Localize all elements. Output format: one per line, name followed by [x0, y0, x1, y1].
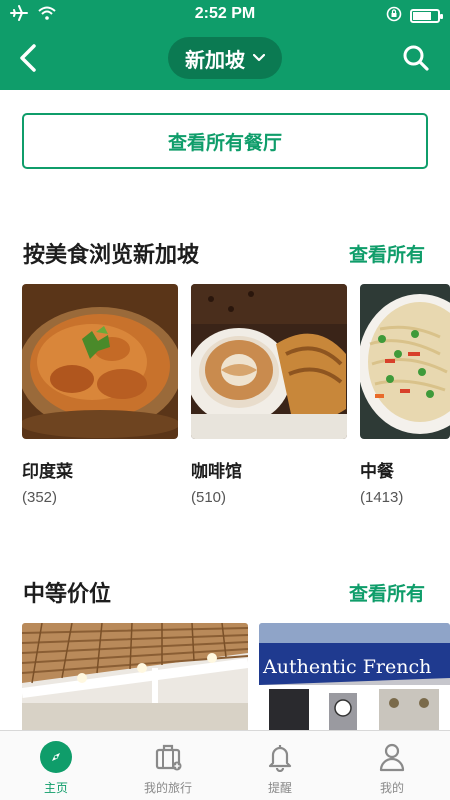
rotation-lock-icon: [386, 6, 402, 26]
french-sign-text: Authentic French: [262, 656, 431, 678]
tab-label: 主页: [43, 781, 68, 795]
tab-home-icon-wrap: [39, 740, 73, 774]
tab-alerts[interactable]: 提醒: [235, 731, 325, 800]
chinese-food-image: [360, 284, 450, 439]
city-selector[interactable]: 新加坡: [168, 37, 282, 79]
cuisine-count: (352): [22, 489, 58, 506]
cuisine-name: 咖啡馆: [191, 462, 242, 482]
restaurant-image-interior[interactable]: [22, 623, 248, 730]
person-icon: [379, 743, 405, 772]
tab-my-trips[interactable]: 我的旅行: [123, 731, 213, 800]
cuisine-count: (1413): [360, 489, 404, 506]
tab-label: 我的: [379, 781, 404, 795]
nav-row: 新加坡: [0, 32, 450, 84]
tab-trips-icon-wrap: [151, 740, 185, 774]
search-button[interactable]: [396, 38, 436, 78]
tab-me[interactable]: 我的: [347, 731, 437, 800]
price-section-title: 中等价位: [23, 582, 112, 607]
tab-alerts-icon-wrap: [263, 740, 297, 774]
status-time: 2:52 PM: [194, 5, 256, 22]
cuisine-name: 中餐: [360, 462, 394, 482]
search-icon: [403, 45, 429, 71]
battery-icon: [410, 9, 443, 23]
cuisine-section-title: 按美食浏览新加坡: [23, 243, 200, 268]
indian-food-image: [22, 284, 178, 439]
bell-icon: [268, 745, 292, 772]
status-bar: 2:52 PM: [0, 0, 450, 30]
tab-bar: 主页 我的旅行 提醒 我的: [0, 730, 450, 800]
tab-label: 提醒: [267, 781, 292, 795]
top-bar: 2:52 PM 新加坡: [0, 0, 450, 90]
tab-home[interactable]: 主页: [11, 731, 101, 800]
back-button[interactable]: [8, 38, 48, 78]
tab-me-icon-wrap: [375, 740, 409, 774]
cuisine-view-all-link[interactable]: 查看所有: [349, 240, 425, 267]
city-label: 新加坡: [185, 47, 245, 72]
view-all-restaurants-button[interactable]: 查看所有餐厅: [22, 113, 428, 169]
chevron-left-icon: [20, 44, 36, 72]
suitcase-icon: [155, 744, 182, 771]
cuisine-name: 印度菜: [22, 462, 73, 482]
cuisine-card-indian[interactable]: 印度菜 (352): [22, 284, 178, 506]
cuisine-card-cafe[interactable]: 咖啡馆 (510): [191, 284, 347, 506]
tab-label: 我的旅行: [143, 781, 192, 795]
restaurant-image-french[interactable]: Authentic French: [259, 623, 450, 730]
cuisine-count: (510): [191, 489, 227, 506]
price-view-all-link[interactable]: 查看所有: [349, 579, 425, 606]
cuisine-card-chinese[interactable]: 中餐 (1413): [360, 284, 450, 506]
compass-icon: [40, 741, 72, 773]
chevron-down-icon: [253, 54, 265, 62]
cafe-image: [191, 284, 347, 439]
status-right: [386, 6, 443, 26]
